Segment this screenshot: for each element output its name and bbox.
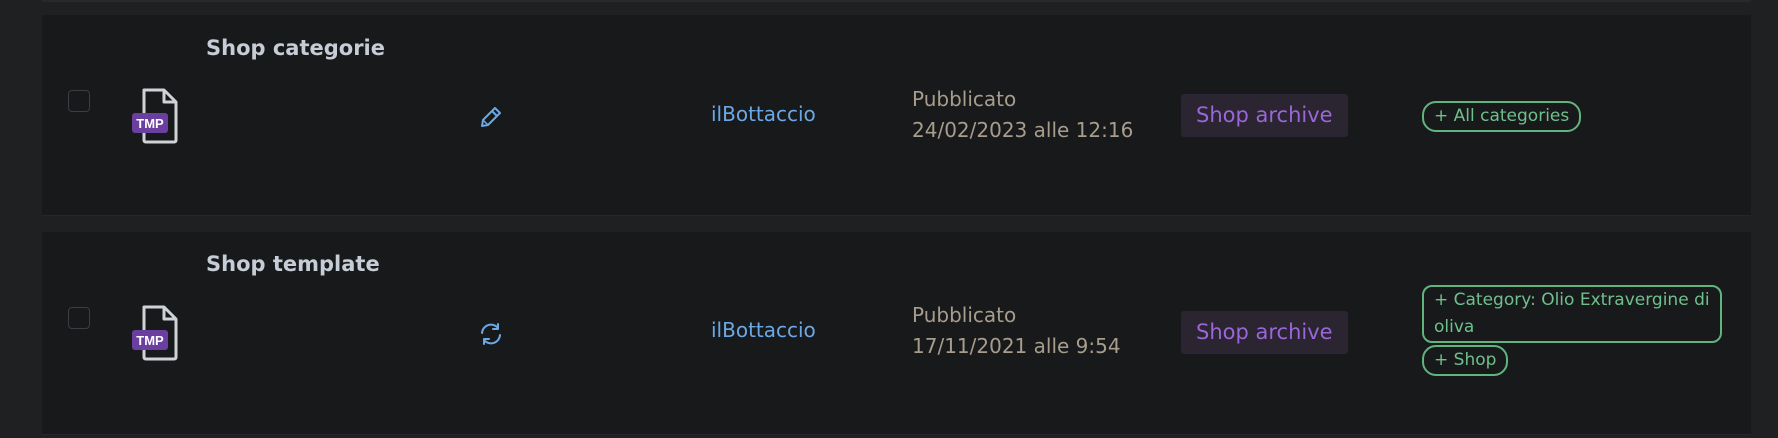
template-title[interactable]: Shop template	[206, 252, 380, 276]
file-badge-label: TMP	[136, 333, 164, 348]
status-label: Pubblicato	[912, 87, 1017, 111]
pencil-icon[interactable]	[478, 104, 504, 130]
template-file-icon: TMP	[132, 87, 182, 145]
row-checkbox[interactable]	[68, 90, 90, 112]
table-row: TMP Shop template ilBottaccio Pubblicato…	[42, 232, 1751, 435]
publish-date: 24/02/2023 alle 12:16	[912, 118, 1134, 142]
status-block: Pubblicato 17/11/2021 alle 9:54	[912, 300, 1121, 362]
status-label: Pubblicato	[912, 303, 1017, 327]
publish-date: 17/11/2021 alle 9:54	[912, 334, 1121, 358]
template-title[interactable]: Shop categorie	[206, 36, 385, 60]
file-badge-label: TMP	[136, 116, 164, 131]
table-row: TMP Shop categorie ilBottaccio Pubblicat…	[42, 15, 1751, 216]
type-badge: Shop archive	[1181, 94, 1348, 137]
sync-icon[interactable]	[478, 321, 504, 347]
condition-chip[interactable]: + Shop	[1422, 345, 1509, 376]
conditions-list: + Category: Olio Extravergine di oliva +…	[1422, 285, 1722, 378]
author-link[interactable]: ilBottaccio	[711, 318, 816, 342]
condition-chip[interactable]: + All categories	[1422, 101, 1582, 132]
template-file-icon: TMP	[132, 304, 182, 362]
row-checkbox[interactable]	[68, 307, 90, 329]
divider	[42, 0, 1751, 2]
condition-chip[interactable]: + Category: Olio Extravergine di oliva	[1422, 285, 1722, 343]
templates-list: TMP Shop categorie ilBottaccio Pubblicat…	[0, 0, 1778, 438]
author-link[interactable]: ilBottaccio	[711, 102, 816, 126]
conditions-list: + All categories	[1422, 101, 1722, 134]
status-block: Pubblicato 24/02/2023 alle 12:16	[912, 84, 1133, 146]
type-badge: Shop archive	[1181, 311, 1348, 354]
